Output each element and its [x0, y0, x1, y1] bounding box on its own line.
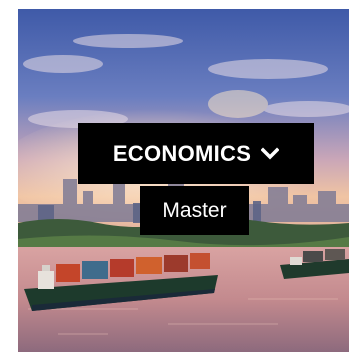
category-dropdown-toggle[interactable]: ECONOMICS	[78, 123, 314, 184]
chevron-down-icon	[261, 147, 280, 159]
dropdown-option-master[interactable]: Master	[140, 186, 249, 235]
category-dropdown-label: ECONOMICS	[112, 140, 252, 166]
dropdown-option-label: Master	[162, 198, 227, 222]
hero-image-card[interactable]: ECONOMICS Master	[18, 9, 349, 352]
